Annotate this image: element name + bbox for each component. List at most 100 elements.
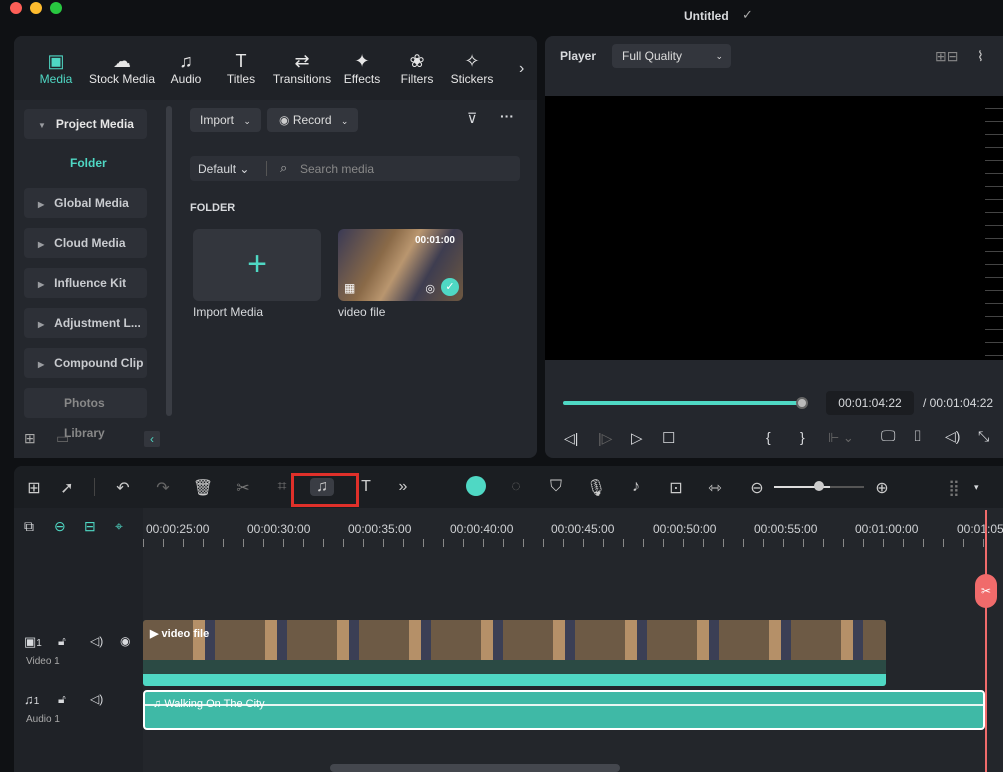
ruler-tick: 00:00:40:00 [450, 522, 514, 536]
camera-icon[interactable]: ⌷ [913, 428, 922, 445]
progress-handle[interactable] [796, 397, 808, 409]
next-frame-icon[interactable]: |▷ [598, 430, 612, 447]
grid-icon[interactable]: ⣿ [942, 478, 966, 498]
link-icon[interactable]: ⊖ [54, 518, 66, 535]
ai-assistant-icon[interactable] [466, 476, 486, 496]
audio-clip[interactable]: ♫ Walking On The City [143, 690, 985, 730]
tab-transitions[interactable]: ⇄ Transitions [270, 50, 334, 86]
lock-icon[interactable]: 🔓︎ [58, 692, 66, 707]
record-button[interactable]: ◉ Record ⌄ [267, 108, 359, 132]
playhead[interactable] [985, 510, 987, 772]
ruler-tick: 00:01:05 [957, 522, 1003, 536]
mark-out-icon[interactable]: } [800, 429, 805, 445]
sidebar-compound-clip[interactable]: ▶ Compound Clip [24, 348, 147, 378]
sidebar-photos-library[interactable]: Photos Library [24, 388, 147, 440]
mark-in-icon[interactable]: { [766, 429, 771, 445]
tab-titles[interactable]: T Titles [211, 50, 271, 86]
text-tool-icon[interactable]: T [354, 478, 378, 496]
fullscreen-icon[interactable]: ⤡ [978, 428, 989, 445]
previous-frame-icon[interactable]: ◁| [564, 430, 578, 447]
ruler-tick: 00:00:35:00 [348, 522, 412, 536]
mute-icon[interactable]: ◁) [90, 692, 103, 706]
insert-icon[interactable]: ⊩ ⌄ [828, 430, 854, 446]
eye-icon[interactable]: ◉ [120, 634, 130, 648]
video-file-thumbnail[interactable]: 00:01:00 ▦ ◎ ✓ [338, 229, 463, 301]
render-icon[interactable]: ◌ [504, 478, 528, 496]
audio-separate-icon[interactable]: ♫ [310, 478, 334, 496]
marker-icon[interactable]: ⛉ [544, 478, 568, 496]
sort-dropdown[interactable]: Default ⌄ [198, 162, 249, 176]
tab-audio[interactable]: ♫ Audio [156, 50, 216, 86]
zoom-out-icon[interactable]: ⊖ [745, 478, 769, 498]
audio-clip-label: ♫ Walking On The City [153, 698, 265, 710]
minimize-window-button[interactable] [30, 2, 42, 14]
more-options-icon[interactable]: ··· [500, 108, 514, 124]
zoom-in-icon[interactable]: ⊕ [870, 478, 894, 498]
lock-icon[interactable]: 🔓︎ [58, 634, 66, 649]
zoom-window-button[interactable] [50, 2, 62, 14]
ruler[interactable] [143, 539, 1003, 547]
video-preview[interactable] [545, 96, 985, 360]
sidebar-scrollbar[interactable] [166, 106, 172, 416]
play-icon: ▶ [150, 628, 159, 640]
sidebar-influence-kit[interactable]: ▶ Influence Kit [24, 268, 147, 298]
microphone-icon[interactable]: 🎙 [584, 478, 608, 498]
select-tool-icon[interactable]: ➚ [55, 478, 79, 498]
sidebar-global-media[interactable]: ▶ Global Media [24, 188, 147, 218]
clip-settings-icon[interactable]: ⊡ [664, 478, 688, 498]
import-button[interactable]: Import ⌄ [190, 108, 261, 132]
volume-icon[interactable]: ◁) [945, 428, 960, 445]
redo-icon[interactable]: ↷ [151, 478, 175, 498]
play-icon[interactable]: ▷ [631, 429, 643, 447]
video-thumbnails [143, 620, 886, 660]
tab-stock-media[interactable]: ☁ Stock Media [88, 50, 156, 86]
fit-icon[interactable]: ⇿ [703, 478, 727, 498]
sidebar-adjustment-layer[interactable]: ▶ Adjustment L... [24, 308, 147, 338]
add-track-icon[interactable]: ⧉ [24, 518, 34, 535]
video-file-label: video file [338, 305, 386, 319]
horizontal-scrollbar[interactable] [330, 764, 620, 772]
snap-icon[interactable]: ⌖ [115, 518, 123, 535]
collapse-sidebar-button[interactable]: ‹ [144, 431, 160, 447]
tab-media[interactable]: ▣ Media [26, 50, 86, 86]
sidebar-project-media[interactable]: ▼ Project Media [24, 109, 147, 139]
tab-stickers[interactable]: ✧ Stickers [442, 50, 502, 86]
audio-list-icon[interactable]: ♪ [624, 478, 648, 496]
tab-filters[interactable]: ❀ Filters [387, 50, 447, 86]
current-time: 00:01:04:22 [826, 391, 914, 415]
folder-icon[interactable]: ▭ [56, 430, 69, 447]
sidebar-cloud-media[interactable]: ▶ Cloud Media [24, 228, 147, 258]
undo-icon[interactable]: ↶ [111, 478, 135, 498]
filter-icon[interactable]: ⊽ [467, 110, 477, 127]
chevron-down-icon[interactable]: ▾ [974, 482, 979, 493]
more-tools-icon[interactable]: » [391, 478, 415, 496]
tab-effects[interactable]: ✦ Effects [332, 50, 392, 86]
progress-bar[interactable] [563, 401, 803, 405]
new-folder-icon[interactable]: ⊞ [24, 430, 36, 447]
close-window-button[interactable] [10, 2, 22, 14]
ruler-tick: 00:01:00:00 [855, 522, 919, 536]
clip-duration: 00:01:00 [414, 235, 455, 246]
waveform-icon[interactable]: ⌇ [977, 48, 984, 65]
zoom-handle[interactable] [814, 481, 824, 491]
quality-dropdown[interactable]: Full Quality ⌄ [612, 44, 731, 68]
chevron-right-icon[interactable]: › [519, 60, 524, 78]
stop-icon[interactable]: ☐ [662, 429, 675, 447]
ruler-tick: 00:00:25:00 [146, 522, 210, 536]
check-icon: ✓ [441, 278, 459, 296]
import-media-tile[interactable]: + [193, 229, 321, 301]
group-icon[interactable]: ⊟ [84, 518, 96, 535]
delete-icon[interactable]: 🗑 [191, 478, 215, 498]
cut-icon[interactable]: ✂ [231, 478, 255, 498]
grid-view-icon[interactable]: ⊞⊟ [935, 48, 958, 65]
layout-icon[interactable]: ⊞ [22, 478, 46, 498]
record-icon: ◉ [279, 113, 290, 127]
search-input[interactable]: Search media [300, 162, 374, 176]
scissors-icon[interactable]: ✂ [975, 574, 997, 608]
sidebar-folder[interactable]: Folder [70, 156, 107, 170]
ruler-tick: 00:00:50:00 [653, 522, 717, 536]
mute-icon[interactable]: ◁) [90, 634, 103, 648]
video-clip[interactable]: ▶ video file [143, 620, 886, 686]
effects-icon: ✦ [354, 51, 370, 71]
display-icon[interactable]: 🖵 [881, 428, 895, 445]
